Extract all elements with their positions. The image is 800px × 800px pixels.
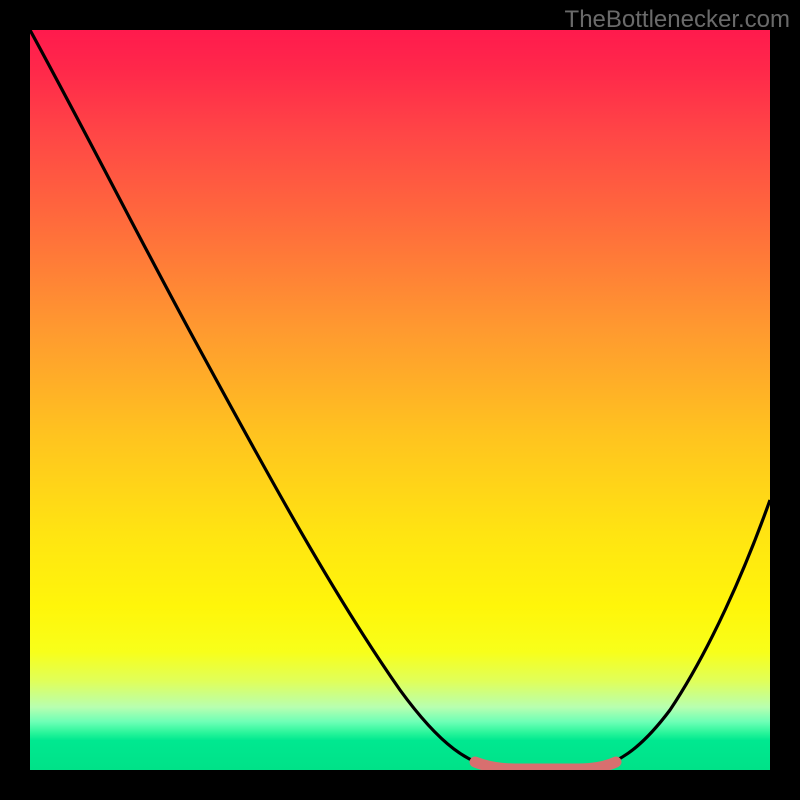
optimal-range-highlight <box>475 762 616 769</box>
chart-container: TheBottlenecker.com <box>0 0 800 800</box>
watermark-text: TheBottlenecker.com <box>565 6 790 34</box>
frame-right <box>770 0 800 800</box>
frame-left <box>0 0 30 800</box>
curve-layer <box>30 30 770 770</box>
bottleneck-curve <box>30 30 770 768</box>
frame-bottom <box>0 770 800 800</box>
plot-area <box>30 30 770 770</box>
